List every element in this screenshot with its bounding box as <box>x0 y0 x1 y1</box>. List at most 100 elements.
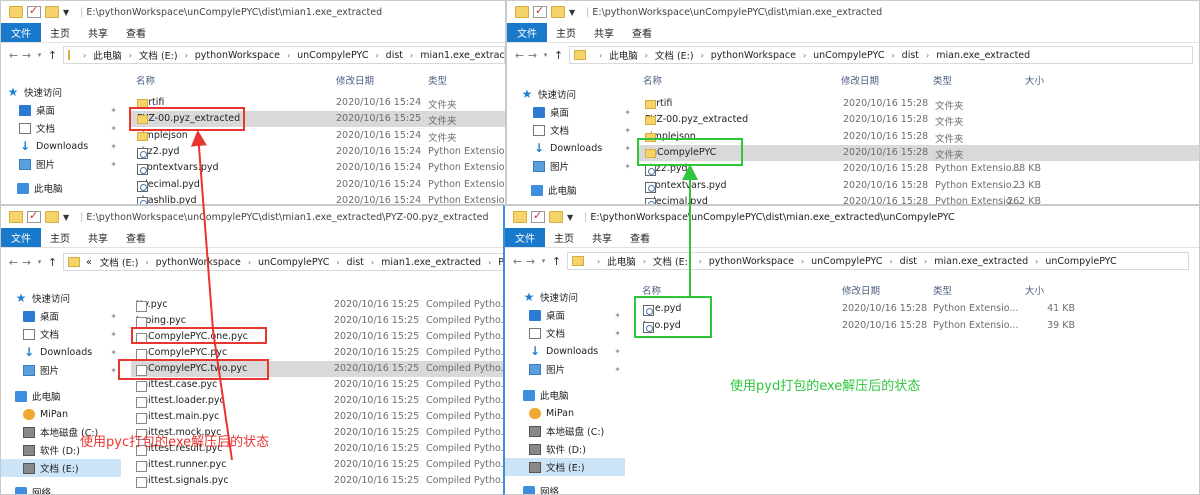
up-arrow-icon[interactable]: ↑ <box>46 49 59 62</box>
quick-access-dropdown-icon[interactable]: ▼ <box>569 8 575 17</box>
forward-arrow-icon[interactable]: → <box>526 49 539 62</box>
nav-this-pc[interactable]: 此电脑 <box>515 181 635 199</box>
header-name[interactable]: 名称 <box>136 73 155 87</box>
breadcrumb-segment[interactable]: dist <box>386 50 403 61</box>
tab-home[interactable]: 主页 <box>41 23 79 42</box>
nav-this-pc[interactable]: 此电脑 <box>505 386 625 404</box>
nav-mipan[interactable]: MiPan <box>1 405 121 423</box>
breadcrumb-segment[interactable]: mian.exe_extracted <box>936 50 1030 61</box>
nav-downloads[interactable]: ↓ Downloads ✦ <box>1 137 121 155</box>
nav-desktop[interactable]: 桌面 ✦ <box>1 307 121 325</box>
new-folder-icon[interactable] <box>45 6 59 18</box>
address-bar[interactable]: « 文档 (E:) › pythonWorkspace › unCompylePYC… <box>63 253 505 271</box>
table-row[interactable]: two.pyd 2020/10/16 15:28 Python Extensio..… <box>635 318 1199 334</box>
properties-icon[interactable] <box>531 209 545 223</box>
breadcrumb-segment[interactable]: dist <box>900 256 917 267</box>
recent-dropdown-icon[interactable]: ▾ <box>33 51 46 59</box>
table-row[interactable]: PYZ-00.pyz_extracted 2020/10/16 15:28 文件夹 <box>637 112 1199 128</box>
tab-home[interactable]: 主页 <box>545 228 583 247</box>
address-bar[interactable]: › 此电脑 › 文档 (E:) › pythonWorkspace › unCompy… <box>63 46 505 64</box>
nav-this-pc[interactable]: 此电脑 <box>1 387 121 405</box>
nav-network[interactable]: 网络 <box>1 483 121 494</box>
nav-pictures[interactable]: 图片 ✦ <box>515 157 635 175</box>
breadcrumb-segment[interactable]: 此电脑 <box>609 48 638 62</box>
nav-downloads[interactable]: ↓ Downloads ✦ <box>505 342 625 360</box>
tab-view[interactable]: 查看 <box>117 23 155 42</box>
nav-mipan[interactable]: MiPan <box>505 404 625 422</box>
table-row[interactable]: _decimal.pyd 2020/10/16 15:24 Python Exten… <box>131 177 505 193</box>
nav-downloads[interactable]: ↓ Downloads ✦ <box>1 343 121 361</box>
header-date[interactable]: 修改日期 <box>842 283 880 297</box>
nav-documents[interactable]: 文档 ✦ <box>1 119 121 137</box>
breadcrumb-segment[interactable]: 文档 (E:) <box>100 255 139 269</box>
new-folder-icon[interactable] <box>551 6 565 18</box>
breadcrumb-segment[interactable]: 文档 (E:) <box>139 48 178 62</box>
nav-desktop[interactable]: 桌面 ✦ <box>515 103 635 121</box>
nav-pictures[interactable]: 图片 ✦ <box>1 155 121 173</box>
header-name[interactable]: 名称 <box>643 73 662 87</box>
breadcrumb-segment[interactable]: pythonWorkspace <box>711 50 796 61</box>
address-bar[interactable]: › 此电脑 › 文档 (E:) › pythonWorkspace › unCompy… <box>567 252 1189 270</box>
up-arrow-icon[interactable]: ↑ <box>550 255 563 268</box>
table-row[interactable]: _decimal.pyd 2020/10/16 15:28 Python Exten… <box>637 194 1199 204</box>
nav-documents[interactable]: 文档 ✦ <box>515 121 635 139</box>
tab-view[interactable]: 查看 <box>117 228 155 247</box>
forward-arrow-icon[interactable]: → <box>524 255 537 268</box>
breadcrumb-segment[interactable]: dist <box>347 257 364 268</box>
tab-file[interactable]: 文件 <box>1 23 41 42</box>
new-folder-icon[interactable] <box>45 211 59 223</box>
nav-network[interactable]: 网络 <box>505 482 625 494</box>
tab-share[interactable]: 共享 <box>585 23 623 42</box>
tab-file[interactable]: 文件 <box>505 228 545 247</box>
breadcrumb-segment[interactable]: 文档 (E:) <box>655 48 694 62</box>
tab-file[interactable]: 文件 <box>1 228 41 247</box>
new-folder-icon[interactable] <box>549 211 563 223</box>
quick-access-dropdown-icon[interactable]: ▼ <box>567 213 573 222</box>
table-row[interactable]: unittest.runner.pyc 2020/10/16 15:25 Compi… <box>131 457 505 473</box>
breadcrumb-segment[interactable]: 文档 (E:) <box>653 254 692 268</box>
nav-documents[interactable]: 文档 ✦ <box>1 325 121 343</box>
breadcrumb-segment[interactable]: unCompylePYC <box>258 257 329 268</box>
properties-icon[interactable] <box>27 209 41 223</box>
table-row[interactable]: tty.pyc 2020/10/16 15:25 Compiled Pytho... <box>131 297 505 313</box>
table-row[interactable]: one.pyd 2020/10/16 15:28 Python Extensio..… <box>635 301 1199 317</box>
breadcrumb-segment[interactable]: unCompylePYC <box>297 50 368 61</box>
header-name[interactable]: 名称 <box>642 283 661 297</box>
tab-file[interactable]: 文件 <box>507 23 547 42</box>
breadcrumb-segment[interactable]: dist <box>902 50 919 61</box>
breadcrumb-segment[interactable]: 此电脑 <box>607 254 636 268</box>
back-arrow-icon[interactable]: ← <box>513 49 526 62</box>
tab-view[interactable]: 查看 <box>621 228 659 247</box>
nav-quick-access[interactable]: ★ 快速访问 <box>1 83 121 101</box>
forward-arrow-icon[interactable]: → <box>20 256 33 269</box>
breadcrumb-segment[interactable]: pythonWorkspace <box>156 257 241 268</box>
back-arrow-icon[interactable]: ← <box>511 255 524 268</box>
back-arrow-icon[interactable]: ← <box>7 256 20 269</box>
table-row[interactable]: _bz2.pyd 2020/10/16 15:24 Python Extensio.… <box>131 144 505 160</box>
nav-desktop[interactable]: 桌面 ✦ <box>1 101 121 119</box>
breadcrumb-segment[interactable]: mian1.exe_extract <box>420 50 504 61</box>
breadcrumb-segment[interactable]: unCompylePYC <box>813 50 884 61</box>
header-type[interactable]: 类型 <box>933 283 952 297</box>
tab-share[interactable]: 共享 <box>79 23 117 42</box>
breadcrumb-segment[interactable]: pythonWorkspace <box>195 50 280 61</box>
table-row[interactable]: certifi 2020/10/16 15:28 文件夹 <box>637 96 1199 112</box>
header-date[interactable]: 修改日期 <box>841 73 879 87</box>
nav-pictures[interactable]: 图片 ✦ <box>505 360 625 378</box>
table-row[interactable]: unittest.signals.pyc 2020/10/16 15:25 Comp… <box>131 473 505 489</box>
table-row[interactable]: unittest.main.pyc 2020/10/16 15:25 Compile… <box>131 409 505 425</box>
nav-downloads[interactable]: ↓ Downloads ✦ <box>515 139 635 157</box>
quick-access-dropdown-icon[interactable]: ▼ <box>63 213 69 222</box>
breadcrumb-segment[interactable]: unCompylePYC <box>1045 256 1116 267</box>
up-arrow-icon[interactable]: ↑ <box>552 49 565 62</box>
tab-view[interactable]: 查看 <box>623 23 661 42</box>
header-type[interactable]: 类型 <box>933 73 952 87</box>
nav-drive-c[interactable]: 本地磁盘 (C:) <box>505 422 625 440</box>
nav-drive-e[interactable]: 文档 (E:) <box>1 459 121 477</box>
recent-dropdown-icon[interactable]: ▾ <box>539 51 552 59</box>
tab-home[interactable]: 主页 <box>41 228 79 247</box>
breadcrumb-overflow[interactable]: « <box>86 257 92 268</box>
forward-arrow-icon[interactable]: → <box>20 49 33 62</box>
back-arrow-icon[interactable]: ← <box>7 49 20 62</box>
nav-drive-e[interactable]: 文档 (E:) <box>505 458 625 476</box>
